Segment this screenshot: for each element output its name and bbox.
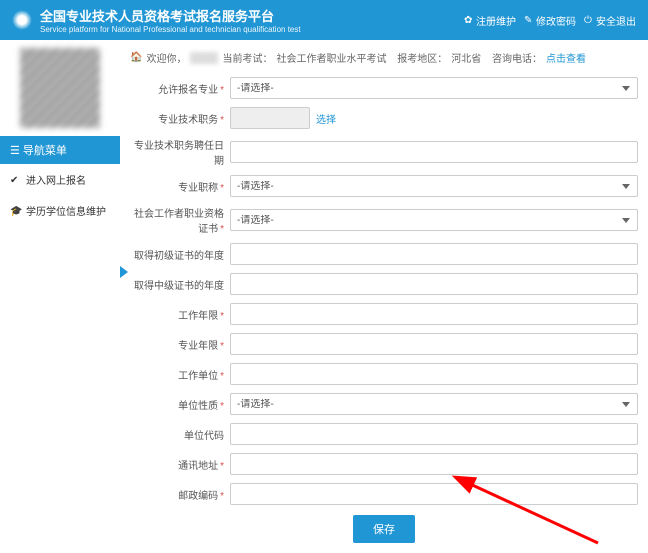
label-mid-cert-year: 取得中级证书的年度 — [130, 277, 230, 292]
input-pro-years[interactable] — [230, 333, 638, 355]
label-pro-years: 专业年限* — [130, 337, 230, 352]
app-title: 全国专业技术人员资格考试报名服务平台 — [40, 6, 301, 25]
link-register[interactable]: ✿注册维护 — [464, 13, 516, 28]
main: ☰ 导航菜单 ✔ 进入网上报名 🎓 学历学位信息维护 🏠 欢迎你， 当前考试： … — [0, 40, 648, 553]
logo-icon — [12, 10, 32, 30]
input-mid-cert-year[interactable] — [230, 273, 638, 295]
link-logout[interactable]: ⏻安全退出 — [584, 13, 636, 28]
label-allow-major: 允许报名专业* — [130, 81, 230, 96]
home-icon: 🏠 — [130, 52, 142, 63]
select-social-cert[interactable]: -请选择- — [230, 209, 638, 231]
user-name-blurred — [190, 52, 218, 64]
avatar — [20, 48, 100, 128]
select-allow-major[interactable]: -请选择- — [230, 77, 638, 99]
power-icon: ⏻ — [584, 15, 594, 25]
input-unit-code[interactable] — [230, 423, 638, 445]
input-primary-cert-year[interactable] — [230, 243, 638, 265]
header-left: 全国专业技术人员资格考试报名服务平台 Service platform for … — [12, 6, 301, 34]
content: 🏠 欢迎你， 当前考试： 社会工作者职业水平考试 报考地区： 河北省 咨询电话：… — [120, 40, 648, 553]
label-social-cert: 社会工作者职业资格证书* — [130, 205, 230, 235]
tab-indicator-icon — [120, 266, 128, 278]
sidebar-item-label: 学历学位信息维护 — [26, 203, 106, 218]
sidebar-item-edu[interactable]: 🎓 学历学位信息维护 — [0, 195, 120, 226]
phone-link[interactable]: 点击查看 — [546, 50, 586, 65]
input-work-unit[interactable] — [230, 363, 638, 385]
input-tech-title-date[interactable] — [230, 141, 638, 163]
input-postcode[interactable] — [230, 483, 638, 505]
label-primary-cert-year: 取得初级证书的年度 — [130, 247, 230, 262]
label-work-unit: 工作单位* — [130, 367, 230, 382]
select-pro-title[interactable]: -请选择- — [230, 175, 638, 197]
label-postcode: 邮政编码* — [130, 487, 230, 502]
breadcrumb: 🏠 欢迎你， 当前考试： 社会工作者职业水平考试 报考地区： 河北省 咨询电话：… — [130, 44, 638, 71]
edit-icon: ✎ — [524, 15, 534, 25]
label-unit-nature: 单位性质* — [130, 397, 230, 412]
label-work-years: 工作年限* — [130, 307, 230, 322]
label-tech-title: 专业技术职务* — [130, 111, 230, 126]
link-password[interactable]: ✎修改密码 — [524, 13, 576, 28]
app-subtitle: Service platform for National Profession… — [40, 25, 301, 34]
select-tech-title-link[interactable]: 选择 — [316, 111, 336, 126]
sidebar: ☰ 导航菜单 ✔ 进入网上报名 🎓 学历学位信息维护 — [0, 40, 120, 553]
save-button[interactable]: 保存 — [353, 515, 415, 543]
input-tech-title[interactable] — [230, 107, 310, 129]
label-pro-title: 专业职称* — [130, 179, 230, 194]
input-work-years[interactable] — [230, 303, 638, 325]
label-tech-title-date: 专业技术职务聘任日期 — [130, 137, 230, 167]
check-icon: ✔ — [10, 175, 20, 185]
form: 允许报名专业* -请选择- 专业技术职务* 选择 专业技术职务聘任日期 专业职称… — [130, 77, 638, 543]
label-address: 通讯地址* — [130, 457, 230, 472]
label-unit-code: 单位代码 — [130, 427, 230, 442]
select-unit-nature[interactable]: -请选择- — [230, 393, 638, 415]
input-address[interactable] — [230, 453, 638, 475]
nav-header: ☰ 导航菜单 — [0, 136, 120, 164]
sidebar-item-label: 进入网上报名 — [26, 172, 86, 187]
app-header: 全国专业技术人员资格考试报名服务平台 Service platform for … — [0, 0, 648, 40]
graduation-icon: 🎓 — [10, 206, 20, 216]
gear-icon: ✿ — [464, 15, 474, 25]
header-links: ✿注册维护 ✎修改密码 ⏻安全退出 — [464, 13, 636, 28]
sidebar-item-enroll[interactable]: ✔ 进入网上报名 — [0, 164, 120, 195]
